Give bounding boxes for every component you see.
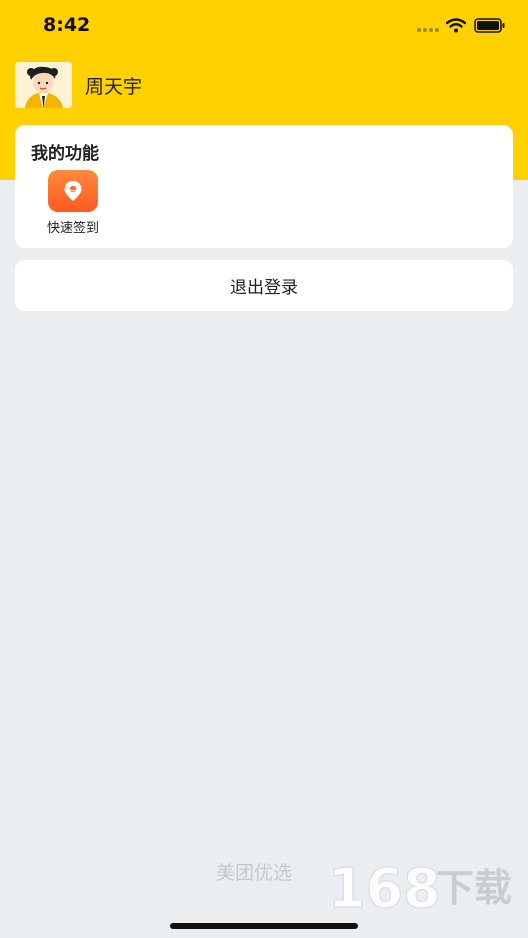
avatar-illustration [15, 62, 72, 108]
user-profile[interactable]: 周天宇 [15, 62, 142, 108]
watermark-logo: 168 下载 [328, 856, 512, 913]
location-pin-icon [48, 170, 98, 212]
avatar[interactable] [15, 62, 72, 108]
cellular-signal-icon [417, 28, 439, 32]
battery-icon [474, 18, 505, 33]
logout-label: 退出登录 [230, 278, 298, 298]
my-functions-card: 我的功能 快速签到 [15, 125, 513, 248]
username: 周天宇 [85, 75, 143, 98]
function-label: 快速签到 [46, 221, 99, 236]
section-title: 我的功能 [31, 144, 99, 164]
wifi-icon [446, 18, 466, 33]
footer-brand: 美团优选 [216, 862, 293, 884]
home-indicator[interactable] [170, 923, 358, 929]
svg-text:168: 168 [328, 857, 441, 913]
status-time: 8:42 [43, 14, 91, 36]
status-bar: 8:42 [0, 0, 528, 50]
svg-text:下载: 下载 [436, 866, 512, 910]
quick-checkin-button[interactable]: 快速签到 [36, 170, 110, 236]
logout-button[interactable]: 退出登录 [15, 260, 513, 311]
